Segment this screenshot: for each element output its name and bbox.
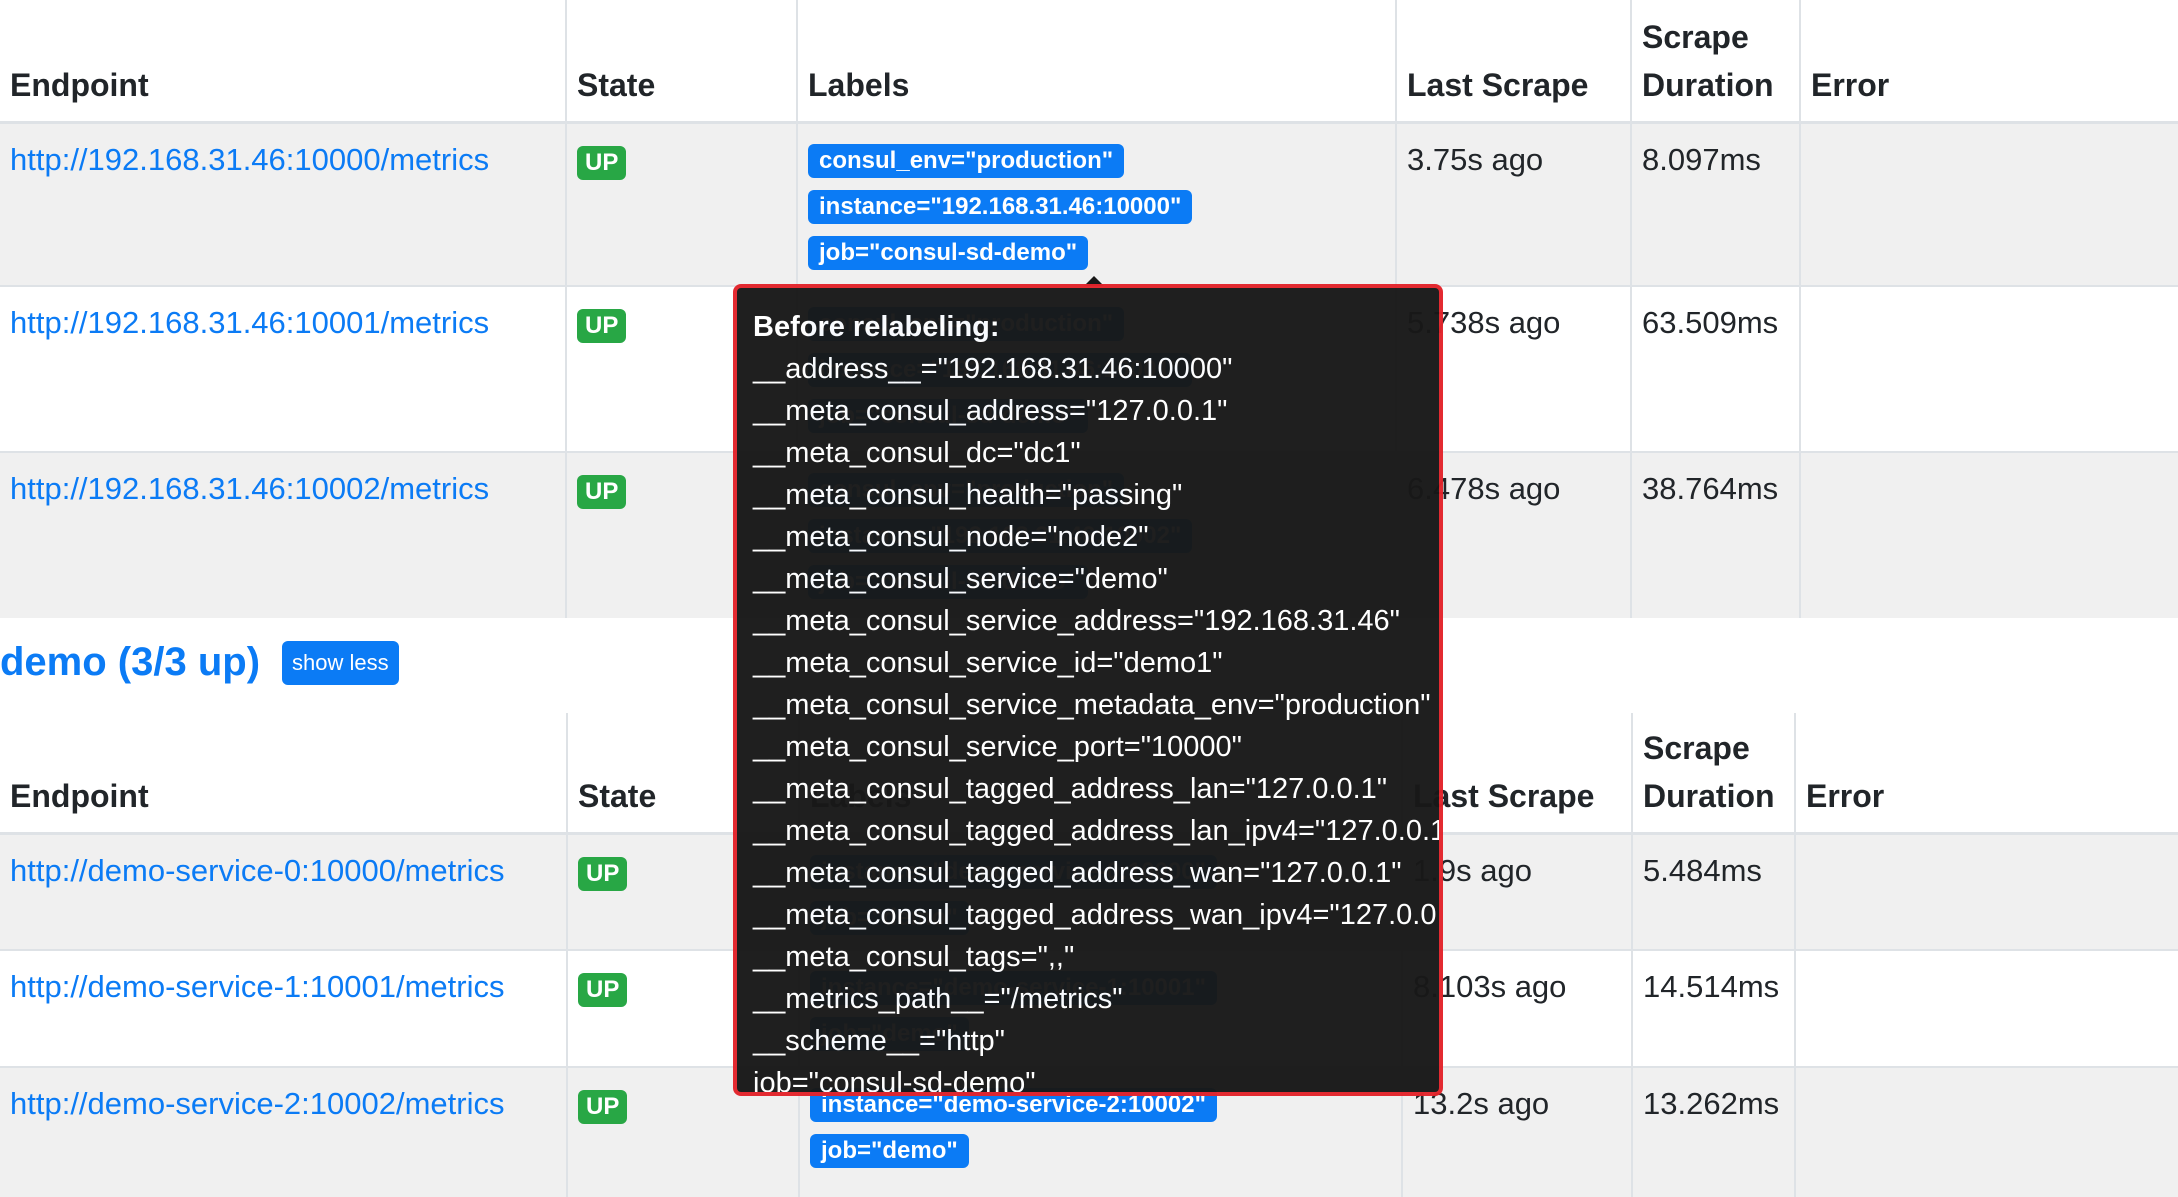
pool-title[interactable]: demo (3/3 up) <box>0 640 260 685</box>
state-badge: UP <box>578 973 628 1007</box>
label-badge[interactable]: job="demo" <box>810 1134 969 1168</box>
label-list: consul_env="production" instance="192.168… <box>808 143 1395 282</box>
target-row: http://192.168.31.46:10000/metrics UP cons… <box>0 121 2178 286</box>
endpoint-link[interactable]: http://demo-service-1:10001/metrics <box>10 969 505 1004</box>
tooltip-label-line: __metrics_path__="/metrics" <box>753 983 1123 1015</box>
endpoint-cell: http://demo-service-2:10002/metrics <box>0 1066 568 1197</box>
scrape-duration-cell: 38.764ms <box>1631 451 1801 618</box>
endpoint-cell: http://192.168.31.46:10001/metrics <box>0 285 567 452</box>
endpoint-cell: http://192.168.31.46:10002/metrics <box>0 451 567 618</box>
tooltip-label-line: __meta_consul_address="127.0.0.1" <box>753 395 1228 427</box>
label-badge[interactable]: job="consul-sd-demo" <box>808 235 1089 270</box>
column-header-labels: Labels <box>797 0 1397 124</box>
tooltip-label-line: __meta_consul_health="passing" <box>753 479 1183 511</box>
column-header-error: Error <box>1795 713 2178 835</box>
endpoint-link[interactable]: http://192.168.31.46:10001/metrics <box>10 305 489 340</box>
error-cell <box>1800 451 2178 618</box>
scrape-duration-cell: 8.097ms <box>1631 121 1801 286</box>
last-scrape-cell: 3.75s ago <box>1396 121 1632 286</box>
state-badge: UP <box>577 475 627 509</box>
tooltip-label-list: __address__="192.168.31.46:10000" __meta_… <box>753 348 1443 1096</box>
tooltip-label-line: __meta_consul_service_metadata_env="prod… <box>753 689 1431 721</box>
error-cell <box>1800 285 2178 452</box>
tooltip-label-line: __meta_consul_tagged_address_lan_ipv4="1… <box>753 815 1443 847</box>
scrape-duration-cell: 14.514ms <box>1632 949 1796 1067</box>
tooltip-label-line: job="consul-sd-demo" <box>753 1067 1036 1096</box>
tooltip-label-line: __meta_consul_tagged_address_wan_ipv4="1… <box>753 899 1443 931</box>
error-cell <box>1795 1066 2178 1197</box>
column-header-endpoint: Endpoint <box>0 713 568 835</box>
tooltip-label-line: __meta_consul_service_id="demo1" <box>753 647 1223 679</box>
scrape-duration-cell: 63.509ms <box>1631 285 1801 452</box>
tooltip-label-line: __meta_consul_node="node2" <box>753 521 1149 553</box>
state-badge: UP <box>578 1090 628 1124</box>
tooltip-label-line: __meta_consul_dc="dc1" <box>753 437 1081 469</box>
endpoint-cell: http://192.168.31.46:10000/metrics <box>0 121 567 286</box>
error-cell <box>1800 121 2178 286</box>
column-header-endpoint: Endpoint <box>0 0 567 124</box>
label-badge[interactable]: instance="192.168.31.46:10000" <box>808 189 1193 224</box>
tooltip-label-line: __meta_consul_service_port="10000" <box>753 731 1242 763</box>
column-header-error: Error <box>1800 0 2178 124</box>
tooltip-title: Before relabeling: <box>753 311 1000 343</box>
pool-header: demo (3/3 up) show less <box>0 640 399 685</box>
tooltip-label-line: __meta_consul_tagged_address_wan="127.0.… <box>753 857 1402 889</box>
state-badge: UP <box>577 309 627 343</box>
relabeling-tooltip: Before relabeling: __address__="192.168.… <box>733 284 1443 1096</box>
column-header-scrape-duration: Scrape Duration <box>1631 0 1801 124</box>
column-header-last-scrape: Last Scrape <box>1396 0 1632 124</box>
endpoint-cell: http://demo-service-0:10000/metrics <box>0 832 568 950</box>
column-header-state: State <box>566 0 798 124</box>
tooltip-label-line: __address__="192.168.31.46:10000" <box>753 353 1233 385</box>
scrape-duration-cell: 5.484ms <box>1632 832 1796 950</box>
endpoint-link[interactable]: http://192.168.31.46:10002/metrics <box>10 471 489 506</box>
state-badge: UP <box>578 856 628 891</box>
error-cell <box>1795 832 2178 950</box>
show-less-button[interactable]: show less <box>282 640 399 685</box>
scrape-duration-cell: 13.262ms <box>1632 1066 1796 1197</box>
endpoint-link[interactable]: http://192.168.31.46:10000/metrics <box>10 142 489 177</box>
tooltip-label-line: __meta_consul_service="demo" <box>753 563 1168 595</box>
tooltip-label-line: __meta_consul_service_address="192.168.3… <box>753 605 1400 637</box>
tooltip-label-line: __scheme__="http" <box>753 1025 1005 1057</box>
endpoint-cell: http://demo-service-1:10001/metrics <box>0 949 568 1067</box>
state-cell: UP <box>566 121 798 286</box>
tooltip-label-line: __meta_consul_tags=",," <box>753 941 1075 973</box>
labels-cell: consul_env="production" instance="192.168… <box>797 121 1397 286</box>
tooltip-label-line: __meta_consul_tagged_address_lan="127.0.… <box>753 773 1388 805</box>
state-badge: UP <box>577 145 627 180</box>
error-cell <box>1795 949 2178 1067</box>
endpoint-link[interactable]: http://demo-service-2:10002/metrics <box>10 1086 505 1121</box>
endpoint-link[interactable]: http://demo-service-0:10000/metrics <box>10 853 505 888</box>
label-badge[interactable]: consul_env="production" <box>808 143 1125 178</box>
column-header-scrape-duration: Scrape Duration <box>1632 713 1796 835</box>
label-list: instance="demo-service-2:10002" job="demo… <box>810 1088 1401 1180</box>
